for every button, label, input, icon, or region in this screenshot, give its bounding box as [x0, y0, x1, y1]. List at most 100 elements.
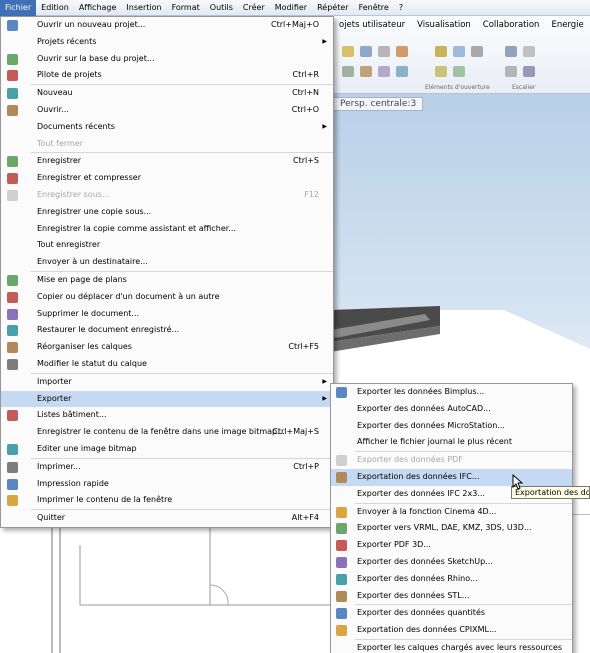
- menu-item[interactable]: Enregistrer sous... F12: [1, 187, 333, 204]
- menu-item[interactable]: Exporter des données quantités: [331, 605, 572, 622]
- menu-item-label: Supprimer le document...: [37, 308, 140, 318]
- menu-item[interactable]: Copier ou déplacer d'un document à un au…: [1, 289, 333, 306]
- menu-item[interactable]: Enregistrer la copie comme assistant et …: [1, 221, 333, 238]
- menu-item[interactable]: Exporter vers VRML, DAE, KMZ, 3DS, U3D..…: [331, 520, 572, 537]
- menu-item[interactable]: Pilote de projets Ctrl+R: [1, 67, 333, 84]
- vrml-icon: [336, 523, 347, 535]
- menu-item-label: Importer: [37, 376, 72, 386]
- menu-item-label: Afficher le fichier journal le plus réce…: [357, 437, 513, 447]
- menu-item-label: Envoyer à la fonction Cinema 4D...: [357, 506, 497, 516]
- print-window-icon: [7, 495, 18, 507]
- menu-item[interactable]: Editer une image bitmap: [1, 441, 333, 458]
- reorganize-layers-icon: [7, 342, 18, 354]
- menu-item[interactable]: Exporter des données AutoCAD...: [331, 401, 572, 418]
- beam-tool-icon[interactable]: [378, 46, 390, 57]
- printer-icon: [7, 461, 18, 473]
- opening-tool-icon[interactable]: [471, 46, 483, 57]
- window-tool-icon[interactable]: [453, 46, 465, 57]
- menubar-item[interactable]: Format: [167, 0, 205, 16]
- menu-item[interactable]: Tout enregistrer: [1, 237, 333, 254]
- menu-item-label: Ouvrir un nouveau projet...: [37, 20, 146, 29]
- menu-item[interactable]: Ouvrir... Ctrl+O: [1, 102, 333, 119]
- menu-item[interactable]: Imprimer... Ctrl+P: [1, 459, 333, 476]
- stair-tool-icon[interactable]: [505, 46, 517, 57]
- menu-item[interactable]: Exporter les calques chargés avec leurs …: [331, 640, 572, 653]
- menu-item[interactable]: Envoyer à un destinataire...: [1, 254, 333, 271]
- menubar-item[interactable]: Fichier: [0, 0, 37, 16]
- slab-tool-icon[interactable]: [396, 46, 408, 57]
- menubar-item[interactable]: Répéter: [312, 0, 353, 16]
- menu-item-label: Tout fermer: [37, 138, 84, 148]
- menu-item[interactable]: Exportation des données IFC...: [331, 468, 572, 486]
- menubar-item[interactable]: Modifier: [270, 0, 312, 16]
- submenu-arrow-icon: ▶: [322, 394, 327, 402]
- menu-item[interactable]: Modifier le statut du calque: [1, 356, 333, 373]
- menu-item[interactable]: Tout fermer: [1, 136, 333, 153]
- menu-item[interactable]: Exporter les données Bimplus...: [331, 384, 572, 401]
- bimplus-icon: [336, 387, 347, 398]
- menu-item[interactable]: Restaurer le document enregistré...: [1, 322, 333, 339]
- menu-item[interactable]: Enregistrer et compresser: [1, 170, 333, 187]
- menu-item[interactable]: Exporter des données SketchUp...: [331, 554, 572, 571]
- column-tool-icon[interactable]: [360, 46, 372, 57]
- menu-item[interactable]: Quitter Alt+F4: [1, 510, 333, 527]
- menubar-item[interactable]: Créer: [238, 0, 270, 16]
- ribbon-tab[interactable]: Visualisation: [411, 20, 477, 30]
- menubar-item[interactable]: Affichage: [74, 0, 122, 16]
- menu-item[interactable]: Exporter des données MicroStation...: [331, 418, 572, 435]
- submenu-arrow-icon: ▶: [322, 37, 327, 45]
- spiral-stair-icon[interactable]: [523, 66, 535, 77]
- menu-item[interactable]: Enregistrer Ctrl+S: [1, 153, 333, 170]
- door-tool-icon[interactable]: [435, 46, 447, 57]
- menu-item[interactable]: Enregistrer une copie sous...: [1, 204, 333, 221]
- menu-item[interactable]: Ouvrir un nouveau projet... Ctrl+Maj+O: [1, 17, 333, 34]
- menu-item-label: Enregistrer et compresser: [37, 173, 141, 183]
- menu-item-label: Copier ou déplacer d'un document à un au…: [37, 291, 220, 301]
- ramp-tool-icon[interactable]: [378, 66, 390, 77]
- menu-item-label: Exportation des données IFC...: [357, 471, 480, 481]
- menubar-item[interactable]: Outils: [205, 0, 238, 16]
- menubar-item[interactable]: Fenêtre: [354, 0, 394, 16]
- menu-item[interactable]: Exporter des données PDF: [331, 452, 572, 469]
- menu-item[interactable]: Exportation des données CPIXML...: [331, 622, 572, 639]
- menu-item[interactable]: Exporter des données STL...: [331, 588, 572, 605]
- save-icon: [7, 156, 18, 168]
- menubar-item[interactable]: ?: [394, 0, 408, 16]
- menu-item[interactable]: Ouvrir sur la base du projet...: [1, 51, 333, 68]
- menu-item-label: Exporter des données quantités: [357, 608, 486, 618]
- ribbon-tab[interactable]: Collaboration: [477, 20, 546, 30]
- menu-item[interactable]: Exporter des données Rhino...: [331, 571, 572, 588]
- menu-item-label: Imprimer...: [37, 461, 81, 471]
- menu-item[interactable]: Importer ▶: [1, 374, 333, 391]
- ribbon-tab[interactable]: Energie: [545, 20, 589, 30]
- menu-item[interactable]: Envoyer à la fonction Cinema 4D...: [331, 504, 572, 521]
- wall-tool-icon[interactable]: [342, 46, 354, 57]
- menu-item[interactable]: Réorganiser les calques Ctrl+F5: [1, 339, 333, 356]
- roof-tool-icon[interactable]: [342, 66, 354, 77]
- menu-item[interactable]: Impression rapide: [1, 476, 333, 493]
- landing-tool-icon[interactable]: [505, 66, 517, 77]
- recess-tool-icon[interactable]: [453, 66, 465, 77]
- quantities-icon: [336, 608, 347, 620]
- menu-item[interactable]: Listes bâtiment...: [1, 407, 333, 424]
- stl-icon: [336, 590, 347, 602]
- menu-item[interactable]: Afficher le fichier journal le plus réce…: [331, 434, 572, 451]
- menubar-item[interactable]: Edition: [36, 0, 74, 16]
- menu-item[interactable]: Nouveau Ctrl+N: [1, 85, 333, 102]
- ribbon-tab[interactable]: ojets utilisateur: [333, 20, 411, 30]
- niche-tool-icon[interactable]: [435, 66, 447, 77]
- menu-item[interactable]: Exporter ▶: [1, 390, 333, 408]
- menubar-item[interactable]: Insertion: [121, 0, 166, 16]
- menu-item[interactable]: Mise en page de plans: [1, 272, 333, 289]
- menu-item[interactable]: Enregistrer le contenu de la fenêtre dan…: [1, 424, 333, 441]
- menu-item[interactable]: Imprimer le contenu de la fenêtre: [1, 492, 333, 509]
- menu-item[interactable]: Supprimer le document...: [1, 306, 333, 323]
- menu-item[interactable]: Documents récents ▶: [1, 119, 333, 136]
- railing-tool-icon[interactable]: [523, 46, 535, 57]
- menu-shortcut: Ctrl+O: [291, 104, 319, 114]
- menu-item[interactable]: Exporter PDF 3D...: [331, 537, 572, 554]
- room-tool-icon[interactable]: [396, 66, 408, 77]
- menu-item-label: Exporter des données SketchUp...: [357, 556, 493, 566]
- chimney-tool-icon[interactable]: [360, 66, 372, 77]
- menu-item[interactable]: Projets récents ▶: [1, 34, 333, 51]
